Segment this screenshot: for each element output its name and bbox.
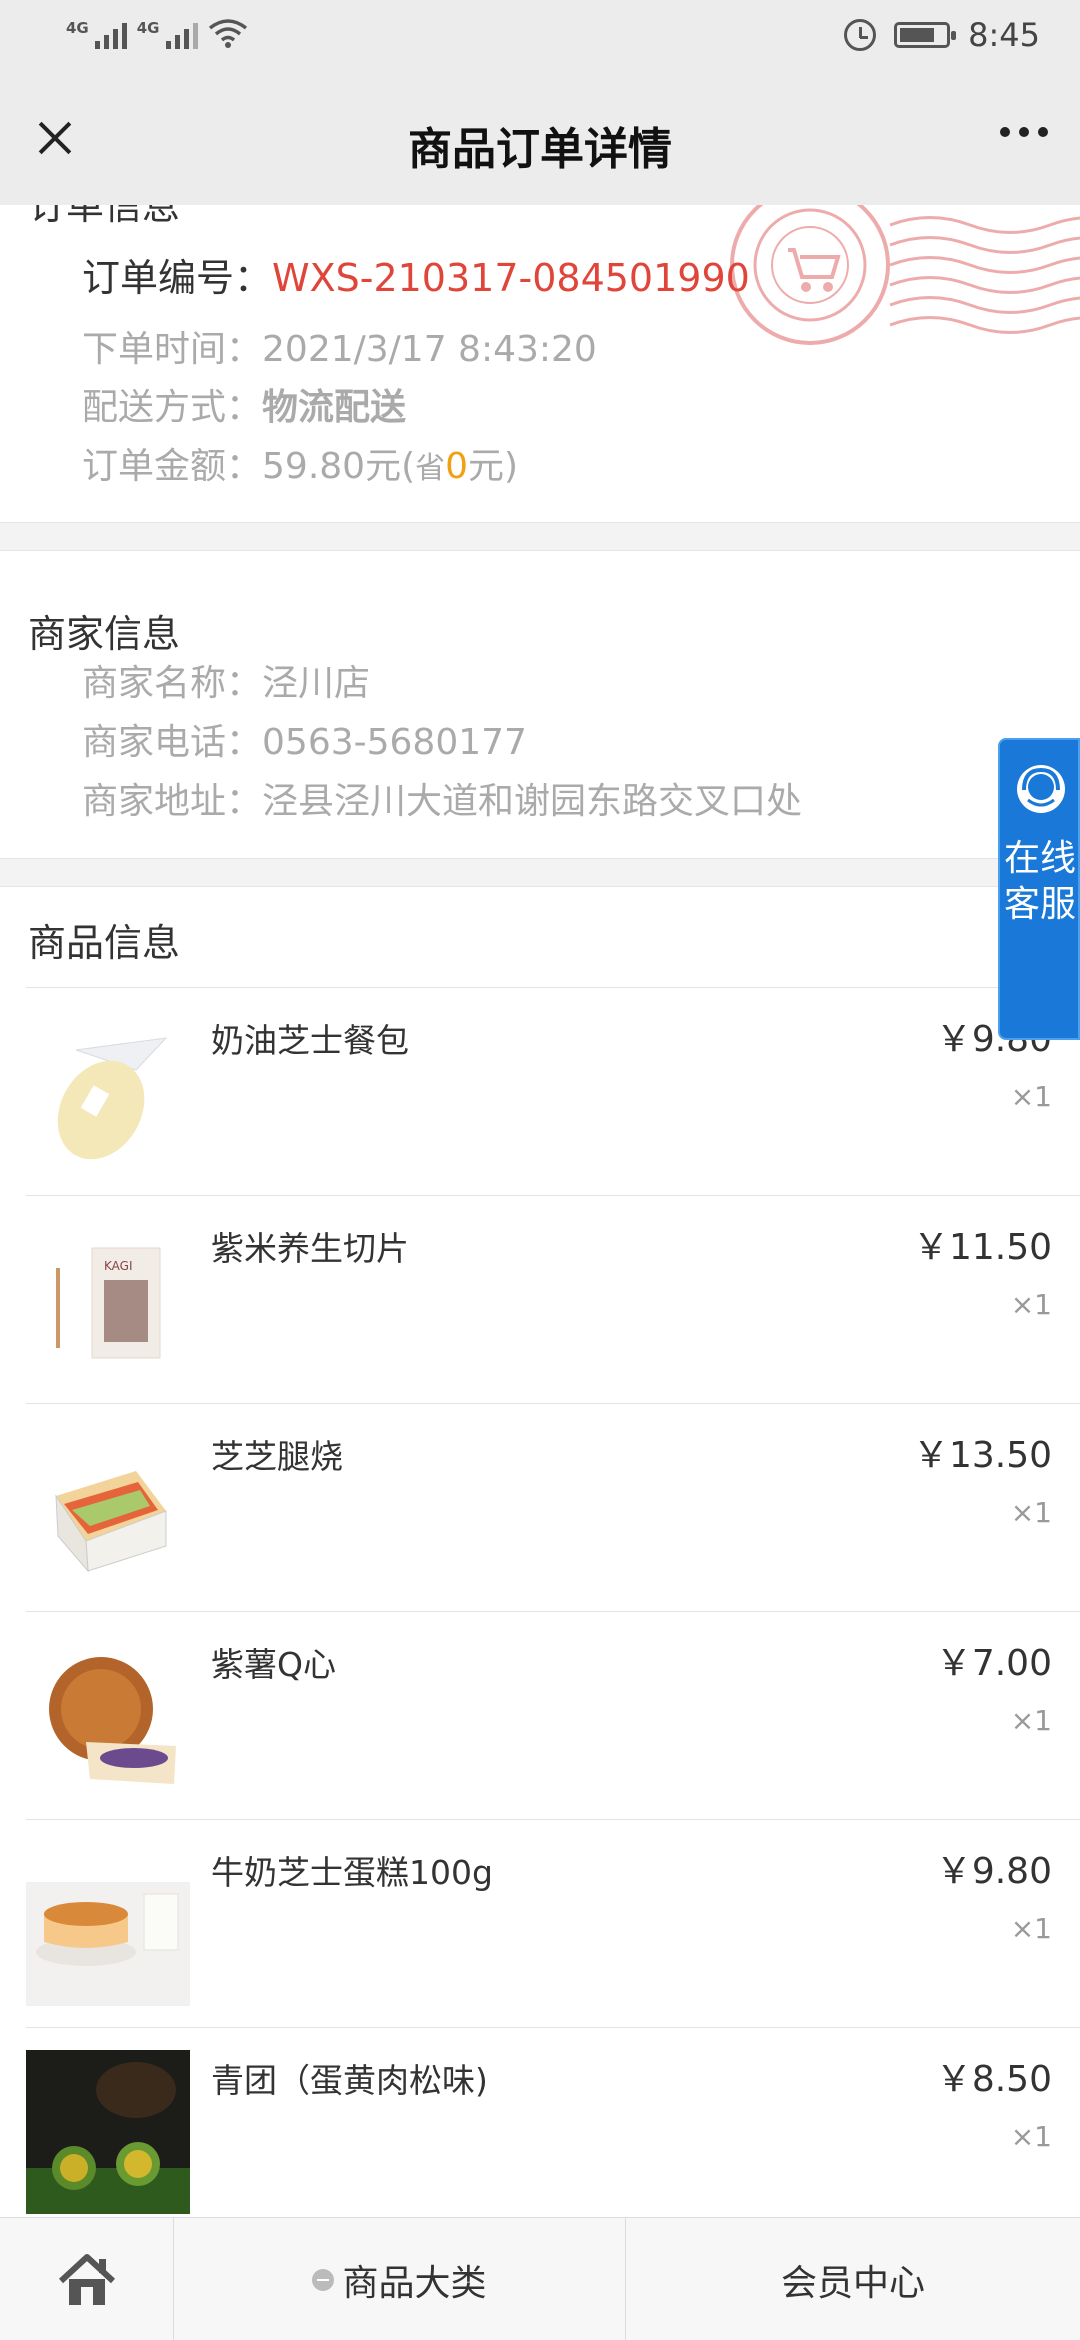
product-item[interactable]: KAGI 紫米养生切片 ￥11.50 ×1 <box>26 1195 1080 1403</box>
product-name: 青团（蛋黄肉松味) <box>211 2061 488 2100</box>
product-image <box>26 2050 190 2214</box>
tab-member-label: 会员中心 <box>780 2262 925 2304</box>
order-time-value: 2021/3/17 8:43:20 <box>262 329 597 370</box>
product-image <box>26 1010 190 1174</box>
product-price: ￥13.50 <box>912 1435 1052 1476</box>
order-amount-row: 订单金额：59.80元(省0元) <box>82 437 518 489</box>
product-image <box>26 1842 190 2006</box>
signal-icon: 4G <box>66 19 127 49</box>
product-qty: ×1 <box>1010 1496 1052 1529</box>
clock: 8:45 <box>968 16 1040 54</box>
product-name: 紫薯Q心 <box>211 1645 336 1684</box>
nav-bar: 商品订单详情 <box>0 75 1080 205</box>
page-title: 商品订单详情 <box>408 124 672 175</box>
product-image <box>26 1634 190 1798</box>
home-icon <box>58 2253 115 2305</box>
order-amount-value: 59.80元( <box>262 446 416 487</box>
battery-icon <box>894 22 957 48</box>
product-item[interactable]: 芝芝腿烧 ￥13.50 ×1 <box>26 1403 1080 1611</box>
merchant-phone-row: 商家电话：0563-5680177 <box>82 713 527 765</box>
merchant-phone-label: 商家电话： <box>82 722 263 763</box>
shipping-label: 配送方式： <box>82 387 263 428</box>
online-service-button[interactable]: 在线客服 <box>998 738 1080 1040</box>
order-number-row: 订单编号：WXS-210317-084501990 <box>82 247 750 302</box>
merchant-address-row: 商家地址：泾县泾川大道和谢园东路交叉口处 <box>82 772 802 824</box>
tab-category-label: 商品大类 <box>342 2262 487 2304</box>
shipping-row: 配送方式：物流配送 <box>82 378 406 430</box>
merchant-address-value: 泾县泾川大道和谢园东路交叉口处 <box>262 781 803 822</box>
order-time-row: 下单时间：2021/3/17 8:43:20 <box>82 320 597 372</box>
products-section: 商品信息 奶油芝士餐包 ￥9.80 ×1 KAGI 紫米养生切片 ￥11.50 <box>0 887 1080 2217</box>
save-prefix: 省 <box>415 451 446 486</box>
svg-text:KAGI: KAGI <box>104 1259 133 1273</box>
wifi-icon <box>208 19 247 48</box>
tab-category[interactable]: 商品大类 <box>174 2218 626 2340</box>
shipping-value: 物流配送 <box>262 387 407 428</box>
merchant-name-value: 泾川店 <box>262 663 371 704</box>
order-info-section: 订单信息 订单编号：WXS-210317-084501990 下单时间：2021… <box>0 205 1080 523</box>
product-name: 牛奶芝士蛋糕100g <box>211 1853 493 1892</box>
product-item[interactable]: 牛奶芝士蛋糕100g ￥9.80 ×1 <box>26 1819 1080 2027</box>
status-bar: 4G 4G 8:45 <box>0 0 1080 75</box>
product-name: 奶油芝士餐包 <box>211 1021 409 1060</box>
save-value: 0 <box>445 446 469 487</box>
order-section-title: 订单信息 <box>28 205 181 228</box>
product-image <box>26 1426 190 1590</box>
order-time-label: 下单时间： <box>82 329 263 370</box>
product-item[interactable]: 奶油芝士餐包 ￥9.80 ×1 <box>26 987 1080 1195</box>
product-price: ￥8.50 <box>935 2059 1052 2100</box>
product-image: KAGI <box>26 1218 190 1382</box>
network-type: 4G <box>66 19 89 37</box>
page-content: 订单信息 订单编号：WXS-210317-084501990 下单时间：2021… <box>0 205 1080 2217</box>
merchant-phone-value[interactable]: 0563-5680177 <box>262 722 527 763</box>
product-qty: ×1 <box>1010 2120 1052 2153</box>
order-number-value: WXS-210317-084501990 <box>272 256 750 300</box>
merchant-section-title: 商家信息 <box>28 612 181 656</box>
more-icon[interactable] <box>1000 127 1048 137</box>
products-section-title: 商品信息 <box>28 921 181 965</box>
merchant-name-row: 商家名称：泾川店 <box>82 654 370 706</box>
tab-home[interactable] <box>0 2218 174 2340</box>
product-qty: ×1 <box>1010 1288 1052 1321</box>
product-price: ￥11.50 <box>912 1227 1052 1268</box>
collection-stamp-icon <box>730 205 1080 345</box>
menu-dot-icon <box>312 2268 335 2291</box>
product-qty: ×1 <box>1010 1912 1052 1945</box>
save-suffix: 元) <box>468 446 519 487</box>
order-amount-label: 订单金额： <box>82 446 263 487</box>
customer-service-icon <box>1017 765 1065 813</box>
online-service-label: 在线客服 <box>1003 838 1076 925</box>
product-price: ￥9.80 <box>935 1851 1052 1892</box>
merchant-address-label: 商家地址： <box>82 781 263 822</box>
section-divider <box>0 859 1080 887</box>
product-price: ￥7.00 <box>935 1643 1052 1684</box>
product-name: 紫米养生切片 <box>211 1229 409 1268</box>
network-type-2: 4G <box>136 19 160 37</box>
section-divider <box>0 523 1080 551</box>
product-name: 芝芝腿烧 <box>211 1437 343 1476</box>
signal-icon-2: 4G <box>137 19 198 49</box>
signal-indicators: 4G 4G <box>66 18 248 50</box>
product-qty: ×1 <box>1010 1080 1052 1113</box>
bottom-tab-bar: 商品大类 会员中心 <box>0 2217 1080 2340</box>
tab-member-center[interactable]: 会员中心 <box>626 2218 1080 2340</box>
product-qty: ×1 <box>1010 1704 1052 1737</box>
merchant-info-section: 商家信息 商家名称：泾川店 商家电话：0563-5680177 商家地址：泾县泾… <box>0 551 1080 859</box>
order-number-label: 订单编号： <box>82 256 273 300</box>
product-item[interactable]: 青团（蛋黄肉松味) ￥8.50 ×1 <box>26 2027 1080 2217</box>
product-item[interactable]: 紫薯Q心 ￥7.00 ×1 <box>26 1611 1080 1819</box>
merchant-name-label: 商家名称： <box>82 663 263 704</box>
alarm-icon <box>844 19 877 51</box>
